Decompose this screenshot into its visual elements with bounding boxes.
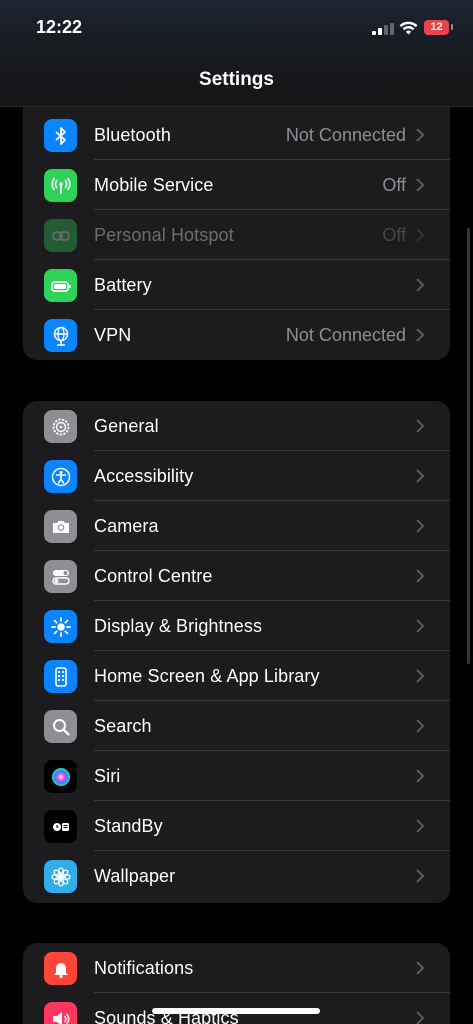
row-personal-hotspot: Personal Hotspot Off — [23, 210, 450, 260]
row-value: Not Connected — [285, 124, 406, 145]
row-label: Mobile Service — [94, 174, 214, 195]
row-mobile-service[interactable]: Mobile Service Off — [23, 160, 450, 210]
row-label: Siri — [94, 765, 121, 786]
row-standby[interactable]: StandBy — [23, 801, 450, 851]
row-label: VPN — [94, 324, 132, 345]
accessibility-icon — [44, 460, 77, 493]
row-siri[interactable]: Siri — [23, 751, 450, 801]
chevron-right-icon — [416, 769, 425, 783]
chevron-right-icon — [416, 278, 425, 292]
row-accessibility[interactable]: Accessibility — [23, 451, 450, 501]
row-label: Camera — [94, 515, 159, 536]
row-general[interactable]: General — [23, 401, 450, 451]
toggles-icon — [44, 560, 77, 593]
row-label: Display & Brightness — [94, 615, 263, 636]
magnifier-icon — [44, 710, 77, 743]
phone-grid-icon — [44, 660, 77, 693]
chevron-right-icon — [416, 869, 425, 883]
chevron-right-icon — [416, 719, 425, 733]
row-label: Battery — [94, 274, 152, 295]
general-group: General Accessibility Camera Control Cen… — [23, 401, 450, 903]
chevron-right-icon — [416, 178, 425, 192]
chevron-right-icon — [416, 328, 425, 342]
row-label: Home Screen & App Library — [94, 665, 320, 686]
chevron-right-icon — [416, 228, 425, 242]
row-label: Notifications — [94, 957, 194, 978]
chevron-right-icon — [416, 569, 425, 583]
globe-icon — [44, 319, 77, 352]
home-indicator[interactable] — [152, 1008, 320, 1014]
row-value: Off — [382, 174, 406, 195]
row-label: General — [94, 415, 159, 436]
status-time: 12:22 — [36, 17, 83, 37]
chevron-right-icon — [416, 619, 425, 633]
row-value: Off — [382, 224, 406, 245]
battery-icon — [44, 269, 77, 302]
row-wallpaper[interactable]: Wallpaper — [23, 851, 450, 901]
row-bluetooth[interactable]: Bluetooth Not Connected — [23, 110, 450, 160]
row-value: Not Connected — [285, 324, 406, 345]
battery-cap — [451, 24, 453, 30]
row-label: Personal Hotspot — [94, 224, 234, 245]
battery-indicator: 12 — [424, 20, 449, 35]
chevron-right-icon — [416, 961, 425, 975]
chevron-right-icon — [416, 469, 425, 483]
row-label: Accessibility — [94, 465, 194, 486]
row-label: Search — [94, 715, 152, 736]
row-notifications[interactable]: Notifications — [23, 943, 450, 993]
siri-icon — [44, 760, 77, 793]
row-home-screen[interactable]: Home Screen & App Library — [23, 651, 450, 701]
row-label: Control Centre — [94, 565, 213, 586]
status-bar: 12:22 12 — [0, 0, 473, 58]
chevron-right-icon — [416, 669, 425, 683]
chevron-right-icon — [416, 1011, 425, 1024]
row-display-brightness[interactable]: Display & Brightness — [23, 601, 450, 651]
chevron-right-icon — [416, 519, 425, 533]
bell-icon — [44, 952, 77, 985]
flower-icon — [44, 860, 77, 893]
row-battery[interactable]: Battery — [23, 260, 450, 310]
speaker-icon — [44, 1002, 77, 1024]
camera-icon — [44, 510, 77, 543]
page-title: Settings — [199, 69, 274, 90]
wifi-icon — [399, 21, 418, 35]
bluetooth-icon — [44, 119, 77, 152]
gear-icon — [44, 410, 77, 443]
chevron-right-icon — [416, 419, 425, 433]
row-search[interactable]: Search — [23, 701, 450, 751]
antenna-icon — [44, 169, 77, 202]
row-vpn[interactable]: VPN Not Connected — [23, 310, 450, 360]
sun-icon — [44, 610, 77, 643]
row-label: Bluetooth — [94, 124, 171, 145]
cellular-signal-icon — [372, 23, 394, 35]
row-control-centre[interactable]: Control Centre — [23, 551, 450, 601]
standby-icon — [44, 810, 77, 843]
row-camera[interactable]: Camera — [23, 501, 450, 551]
row-label: Wallpaper — [94, 865, 176, 886]
chevron-right-icon — [416, 819, 425, 833]
settings-list[interactable]: Bluetooth Not Connected Mobile Service O… — [0, 0, 473, 1024]
row-label: StandBy — [94, 815, 163, 836]
hotspot-icon — [44, 219, 77, 252]
chevron-right-icon — [416, 128, 425, 142]
scroll-indicator — [467, 228, 470, 664]
